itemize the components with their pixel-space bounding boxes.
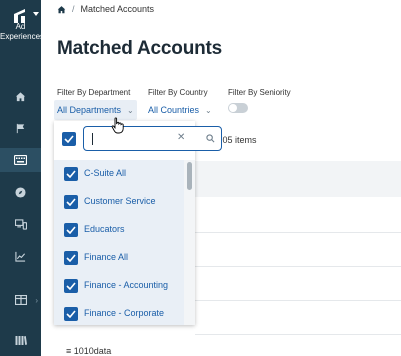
check-icon [66, 282, 76, 290]
option-label: C-Suite All [84, 168, 127, 178]
home-icon [15, 91, 26, 101]
check-icon [64, 135, 74, 143]
nav-item-home[interactable] [0, 84, 41, 108]
option-checkbox[interactable] [64, 223, 78, 237]
check-icon [66, 310, 76, 318]
department-filter-label: Filter By Department [57, 88, 131, 97]
dropdown-option[interactable]: Finance All [54, 244, 184, 272]
hand-cursor-icon [111, 117, 124, 134]
text-cursor [92, 133, 93, 145]
brand-line-2: Experiences [0, 32, 45, 41]
select-all-checkbox[interactable] [62, 132, 76, 146]
compass-icon [15, 186, 26, 198]
country-filter-label: Filter By Country [148, 88, 208, 97]
dropdown-option[interactable]: Educators [54, 216, 184, 244]
table-row-divider [195, 232, 401, 233]
check-icon [66, 170, 76, 178]
breadcrumb-separator: / [72, 4, 75, 14]
check-icon [66, 254, 76, 262]
table-row-divider [195, 266, 401, 267]
brand-name: Ad Experiences [0, 22, 45, 42]
option-checkbox[interactable] [64, 307, 78, 321]
clear-search-icon[interactable]: ✕ [177, 132, 185, 143]
option-checkbox[interactable] [64, 167, 78, 181]
table-row-name[interactable]: ≡ 1010data [66, 346, 111, 356]
dropdown-search-input[interactable] [83, 126, 222, 151]
option-label: Customer Service [84, 196, 156, 206]
check-icon [66, 198, 76, 206]
search-icon [206, 134, 215, 143]
scrollbar-thumb[interactable] [187, 162, 192, 190]
option-checkbox[interactable] [64, 195, 78, 209]
keyboard-icon [14, 155, 27, 165]
nav-item-table[interactable]: › [0, 288, 41, 312]
chart-line-icon [15, 251, 26, 262]
nav-item-library[interactable] [0, 328, 41, 352]
toggle-knob [229, 104, 237, 112]
menu-icon: ≡ [66, 346, 74, 356]
table-row-divider [195, 300, 401, 301]
table-row-divider [195, 334, 401, 335]
country-filter-value: All Countries [148, 105, 200, 115]
option-label: Educators [84, 224, 125, 234]
dropdown-options-list: C-Suite All Customer Service Educators F… [54, 160, 195, 325]
library-icon [15, 335, 27, 345]
devices-icon [14, 218, 27, 230]
nav-item-chart[interactable] [0, 244, 41, 268]
check-icon [66, 226, 76, 234]
department-filter-value: All Departments [57, 105, 122, 115]
nav-item-keyboard[interactable] [0, 148, 41, 172]
dropdown-option[interactable]: Finance - Accounting [54, 272, 184, 300]
option-checkbox[interactable] [64, 279, 78, 293]
option-label: Finance All [84, 252, 129, 262]
chevron-down-icon: ⌄ [205, 105, 212, 115]
flag-icon [16, 123, 25, 133]
nav-item-devices[interactable] [0, 212, 41, 236]
table-header [195, 161, 401, 197]
chevron-right-icon: › [35, 296, 38, 305]
dropdown-scrollbar[interactable] [184, 160, 195, 325]
seniority-filter-label: Filter By Seniority [228, 88, 291, 97]
seniority-toggle[interactable] [228, 103, 248, 113]
country-filter-select[interactable]: All Countries ⌄ [145, 100, 215, 120]
company-name: 1010data [73, 346, 112, 356]
dropdown-option[interactable]: C-Suite All [54, 160, 184, 188]
brand-line-1: Ad [15, 22, 26, 31]
nav-item-compass[interactable] [0, 180, 41, 204]
table-icon [14, 295, 27, 305]
breadcrumb-current: Matched Accounts [80, 4, 155, 14]
nav-item-flag[interactable] [0, 116, 41, 140]
breadcrumb: / Matched Accounts [57, 3, 154, 15]
dropdown-option[interactable]: Finance - Corporate [54, 300, 184, 325]
option-checkbox[interactable] [64, 251, 78, 265]
chevron-down-icon: ⌄ [127, 105, 134, 115]
brand-chevron-down-icon[interactable] [33, 12, 39, 16]
sidebar: Ad Experiences › [0, 0, 45, 356]
option-label: Finance - Accounting [84, 280, 169, 290]
option-label: Finance - Corporate [84, 308, 165, 318]
dropdown-option[interactable]: Customer Service [54, 188, 184, 216]
department-dropdown: C-Suite All Customer Service Educators F… [54, 121, 222, 325]
home-icon[interactable] [57, 5, 66, 14]
page-title: Matched Accounts [57, 38, 223, 59]
